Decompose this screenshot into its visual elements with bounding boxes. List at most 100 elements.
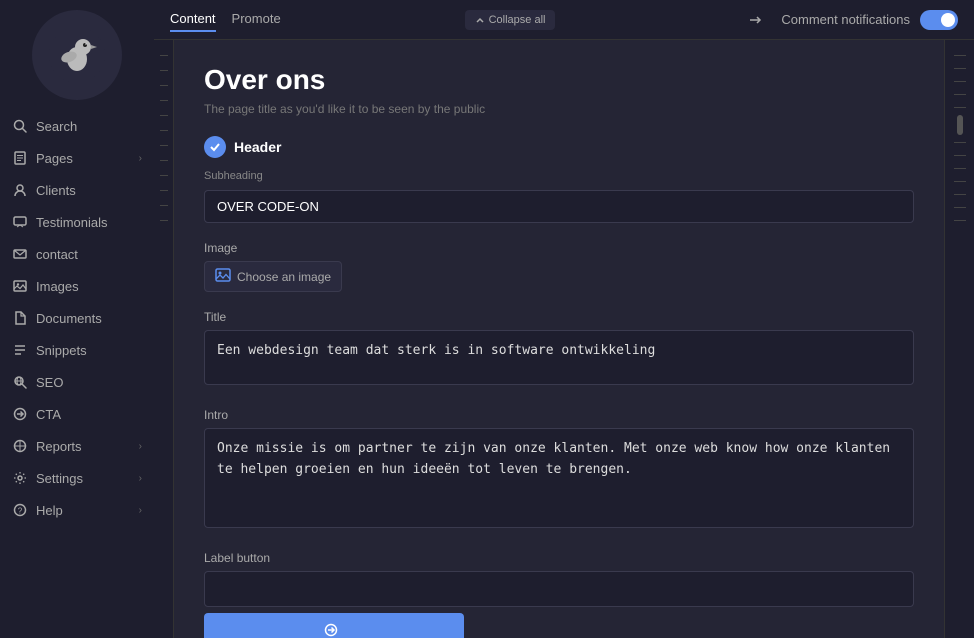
section-header: Header bbox=[204, 136, 914, 158]
intro-label: Intro bbox=[204, 408, 914, 422]
sidebar-item-documents[interactable]: Documents bbox=[0, 302, 154, 334]
sidebar-item-seo-label: SEO bbox=[36, 375, 142, 390]
sidebar-item-testimonials[interactable]: Testimonials bbox=[0, 206, 154, 238]
sidebar-item-search[interactable]: Search bbox=[0, 110, 154, 142]
label-button-section: Label button bbox=[204, 551, 914, 638]
testimonials-icon bbox=[12, 214, 28, 230]
title-input[interactable]: Een webdesign team dat sterk is in softw… bbox=[204, 330, 914, 385]
ruler-mark bbox=[160, 205, 168, 206]
subheading-input[interactable] bbox=[204, 190, 914, 223]
ruler-mark bbox=[160, 130, 168, 131]
clients-icon bbox=[12, 182, 28, 198]
topbar-right: Comment notifications bbox=[739, 4, 958, 36]
ruler-mark bbox=[160, 115, 168, 116]
sidebar-item-contact[interactable]: contact bbox=[0, 238, 154, 270]
sidebar-item-documents-label: Documents bbox=[36, 311, 142, 326]
search-icon bbox=[12, 118, 28, 134]
logo bbox=[32, 10, 122, 100]
sidebar-item-reports-label: Reports bbox=[36, 439, 131, 454]
reports-chevron-icon: › bbox=[139, 441, 142, 452]
sidebar-item-contact-label: contact bbox=[36, 247, 142, 262]
image-row: Choose an image bbox=[204, 261, 914, 292]
comment-notifications-label: Comment notifications bbox=[781, 12, 910, 27]
ruler-drag-handle[interactable] bbox=[957, 115, 963, 135]
left-ruler bbox=[154, 40, 174, 638]
ruler-mark-3 bbox=[954, 81, 966, 82]
main-area: Content Promote Collapse all Comment not… bbox=[154, 0, 974, 638]
images-icon bbox=[12, 278, 28, 294]
ruler-mark-12 bbox=[954, 220, 966, 221]
sidebar-item-pages-label: Pages bbox=[36, 151, 131, 166]
sidebar-item-testimonials-label: Testimonials bbox=[36, 215, 142, 230]
sidebar-item-cta[interactable]: CTA bbox=[0, 398, 154, 430]
sidebar-item-pages[interactable]: Pages › bbox=[0, 142, 154, 174]
ruler-mark bbox=[160, 70, 168, 71]
intro-section: Intro Onze missie is om partner te zijn … bbox=[204, 408, 914, 533]
choose-image-label: Choose an image bbox=[237, 270, 331, 284]
ruler-mark-1 bbox=[954, 55, 966, 56]
sidebar-item-clients-label: Clients bbox=[36, 183, 142, 198]
title-section: Title Een webdesign team dat sterk is in… bbox=[204, 310, 914, 390]
label-button-input[interactable] bbox=[204, 571, 914, 607]
sidebar-item-snippets[interactable]: Snippets bbox=[0, 334, 154, 366]
ruler-mark-2 bbox=[954, 68, 966, 69]
ruler-mark bbox=[160, 100, 168, 101]
sidebar-item-cta-label: CTA bbox=[36, 407, 142, 422]
help-icon: ? bbox=[12, 502, 28, 518]
ruler-mark bbox=[160, 175, 168, 176]
svg-text:?: ? bbox=[18, 507, 23, 516]
ruler-mark-6 bbox=[954, 142, 966, 143]
sidebar-item-seo[interactable]: SEO bbox=[0, 366, 154, 398]
sidebar-item-help[interactable]: ? Help › bbox=[0, 494, 154, 526]
ruler-mark bbox=[160, 190, 168, 191]
editor-panel: Over ons The page title as you'd like it… bbox=[174, 40, 944, 638]
export-button[interactable] bbox=[739, 4, 771, 36]
sidebar-item-settings[interactable]: Settings › bbox=[0, 462, 154, 494]
cta-icon bbox=[12, 406, 28, 422]
choose-image-button[interactable]: Choose an image bbox=[204, 261, 342, 292]
tab-content[interactable]: Content bbox=[170, 7, 216, 32]
page-subtitle: The page title as you'd like it to be se… bbox=[204, 102, 914, 116]
page-title: Over ons bbox=[204, 64, 914, 96]
sidebar-item-help-label: Help bbox=[36, 503, 131, 518]
sidebar-item-search-label: Search bbox=[36, 119, 142, 134]
sidebar-item-images[interactable]: Images bbox=[0, 270, 154, 302]
help-chevron-icon: › bbox=[139, 505, 142, 516]
topbar-tabs: Content Promote bbox=[170, 7, 281, 32]
right-ruler bbox=[944, 40, 974, 638]
sidebar-item-reports[interactable]: Reports › bbox=[0, 430, 154, 462]
image-label: Image bbox=[204, 241, 914, 255]
label-button-wrapper bbox=[204, 571, 914, 638]
collapse-all-button[interactable]: Collapse all bbox=[465, 10, 556, 30]
sidebar-item-clients[interactable]: Clients bbox=[0, 174, 154, 206]
sidebar-item-snippets-label: Snippets bbox=[36, 343, 142, 358]
seo-icon bbox=[12, 374, 28, 390]
collapse-icon bbox=[475, 15, 485, 25]
ruler-mark-10 bbox=[954, 194, 966, 195]
contact-icon bbox=[12, 246, 28, 262]
header-section: Header Subheading bbox=[204, 136, 914, 223]
ruler-mark bbox=[160, 85, 168, 86]
ruler-mark-9 bbox=[954, 181, 966, 182]
ruler-mark-7 bbox=[954, 155, 966, 156]
label-button-label: Label button bbox=[204, 551, 914, 565]
ruler-mark-4 bbox=[954, 94, 966, 95]
export-icon bbox=[747, 12, 763, 28]
ruler-mark-11 bbox=[954, 207, 966, 208]
ruler-mark bbox=[160, 160, 168, 161]
title-label: Title bbox=[204, 310, 914, 324]
ruler-mark bbox=[160, 145, 168, 146]
sidebar-item-images-label: Images bbox=[36, 279, 142, 294]
topbar: Content Promote Collapse all Comment not… bbox=[154, 0, 974, 40]
section-check-icon bbox=[204, 136, 226, 158]
snippets-icon bbox=[12, 342, 28, 358]
intro-input[interactable]: Onze missie is om partner te zijn van on… bbox=[204, 428, 914, 528]
pages-icon bbox=[12, 150, 28, 166]
tab-promote[interactable]: Promote bbox=[232, 7, 281, 32]
content-area: Over ons The page title as you'd like it… bbox=[154, 40, 974, 638]
settings-chevron-icon: › bbox=[139, 473, 142, 484]
image-section: Image Choose an image bbox=[204, 241, 914, 292]
comment-notifications-toggle[interactable] bbox=[920, 10, 958, 30]
section-title: Header bbox=[234, 139, 281, 155]
button-preview-icon bbox=[324, 623, 338, 637]
